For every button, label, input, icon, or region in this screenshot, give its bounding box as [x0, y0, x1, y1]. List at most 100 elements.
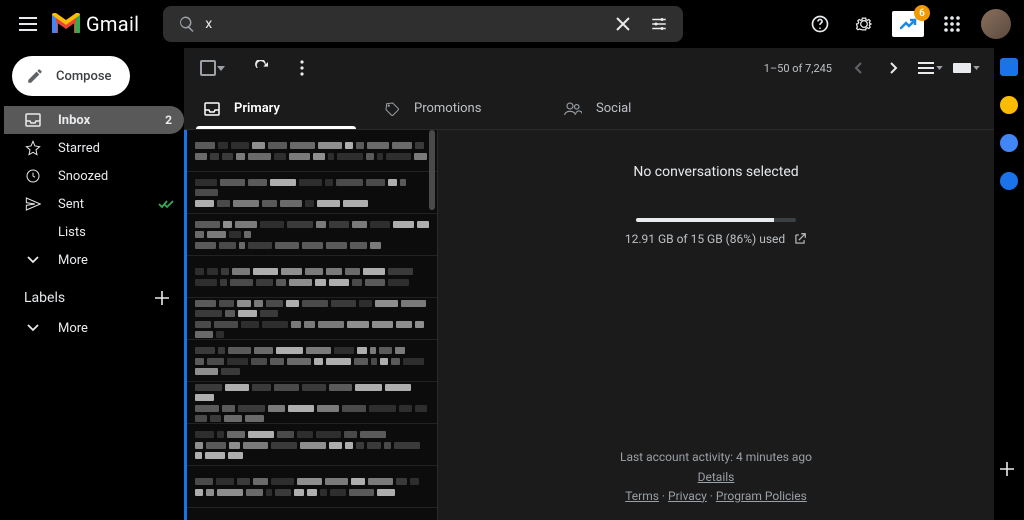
avatar-icon [981, 9, 1011, 39]
sidebar-item-inbox[interactable]: Inbox 2 [4, 106, 184, 134]
list-item[interactable] [187, 424, 437, 466]
sidebar-item-snoozed[interactable]: Snoozed [4, 162, 184, 190]
tab-label: Social [596, 101, 631, 116]
chevron-down-icon [24, 324, 42, 332]
activity-text: Last account activity: 4 minutes ago [620, 448, 812, 467]
list-density-icon [918, 62, 934, 74]
reading-pane: No conversations selected 12.91 GB of 15… [438, 130, 994, 520]
inbox-icon [24, 113, 42, 127]
conversation-list[interactable]: // generated below after data binding [184, 130, 438, 520]
sidebar-item-lists[interactable]: Lists [4, 218, 184, 246]
people-icon [564, 102, 582, 116]
sidebar-item-label: Snoozed [58, 169, 174, 184]
list-item[interactable] [187, 130, 437, 172]
list-item[interactable] [187, 340, 437, 382]
addon-get-addons[interactable] [1000, 462, 1018, 480]
select-all-checkbox[interactable] [196, 52, 228, 84]
gmail-logo[interactable]: Gmail [52, 12, 159, 36]
tag-icon [384, 101, 400, 117]
sidebar-item-more[interactable]: More [4, 246, 184, 274]
search-bar[interactable]: x [163, 6, 683, 42]
clear-search-button[interactable] [605, 16, 641, 32]
settings-button[interactable] [844, 4, 884, 44]
main-menu-button[interactable] [8, 4, 48, 44]
terms-link[interactable]: Terms [625, 489, 659, 503]
clock-icon [24, 168, 42, 184]
scrollbar-thumb[interactable] [429, 130, 435, 210]
checkbox-icon [200, 60, 216, 76]
sidebar-item-starred[interactable]: Starred [4, 134, 184, 162]
sidebar: Compose Inbox 2 Starred Snoozed Sent [0, 48, 184, 520]
list-item[interactable] [187, 466, 437, 508]
chevron-right-icon [890, 62, 898, 74]
inbox-count: 2 [165, 113, 174, 127]
sidebar-item-label: More [58, 253, 174, 268]
compose-label: Compose [56, 69, 112, 84]
privacy-link[interactable]: Privacy [668, 489, 707, 503]
plus-icon [1000, 462, 1014, 476]
newer-button[interactable] [842, 52, 874, 84]
empty-state-text: No conversations selected [633, 164, 798, 180]
caret-down-icon [936, 66, 943, 70]
pager-text[interactable]: 1–50 of 7,245 [764, 62, 832, 75]
search-options-button[interactable] [641, 15, 677, 33]
refresh-button[interactable] [246, 52, 278, 84]
account-button[interactable] [976, 4, 1016, 44]
tab-promotions[interactable]: Promotions [372, 88, 552, 129]
compose-button[interactable]: Compose [12, 56, 130, 96]
list-item[interactable] [187, 298, 437, 340]
storage-text: 12.91 GB of 15 GB (86%) used [625, 232, 785, 246]
list-item[interactable] [187, 508, 437, 520]
search-icon [169, 15, 205, 33]
policies-link[interactable]: Program Policies [716, 489, 807, 503]
more-actions-button[interactable] [286, 52, 318, 84]
notification-badge: 6 [914, 5, 930, 21]
support-button[interactable] [800, 4, 840, 44]
tune-icon [650, 15, 668, 33]
more-vert-icon [300, 60, 304, 76]
sidebar-item-sent[interactable]: Sent [4, 190, 184, 218]
product-name: Gmail [86, 12, 139, 36]
tab-primary[interactable]: Primary [192, 88, 372, 129]
sidebar-item-label: Inbox [58, 113, 149, 128]
sidebar-item-label: Lists [58, 225, 174, 240]
open-external-icon[interactable] [793, 232, 807, 246]
refresh-icon [254, 60, 270, 76]
sidebar-labels-more[interactable]: More [4, 314, 184, 342]
help-icon [810, 14, 830, 34]
plus-icon [155, 291, 169, 305]
addon-keep[interactable] [1000, 96, 1018, 114]
product-badge-icon: 6 [892, 11, 924, 37]
list-item[interactable] [187, 172, 437, 214]
split-pane-toggle[interactable] [914, 52, 946, 84]
input-tools-button[interactable] [950, 52, 982, 84]
double-check-icon [158, 199, 174, 209]
older-button[interactable] [878, 52, 910, 84]
keyboard-icon [953, 63, 971, 73]
caret-down-icon [217, 66, 225, 71]
tab-label: Promotions [414, 101, 481, 116]
send-icon [24, 196, 42, 212]
star-icon [24, 140, 42, 156]
addon-tasks[interactable] [1000, 134, 1018, 152]
inbox-icon [204, 102, 220, 116]
sidebar-item-label: Sent [58, 197, 142, 212]
toolbar: 1–50 of 7,245 [184, 48, 994, 88]
list-item[interactable] [187, 256, 437, 298]
list-item[interactable] [187, 382, 437, 424]
search-input[interactable]: x [205, 16, 605, 32]
addon-contacts[interactable] [1000, 172, 1018, 190]
category-tabs: Primary Promotions Social [184, 88, 994, 130]
chevron-down-icon [24, 256, 42, 264]
chevron-left-icon [854, 62, 862, 74]
addon-calendar[interactable] [1000, 58, 1018, 76]
google-apps-button[interactable] [932, 4, 972, 44]
labels-heading: Labels [4, 282, 184, 314]
details-link[interactable]: Details [698, 470, 735, 484]
app-shortcut[interactable]: 6 [888, 4, 928, 44]
list-item[interactable] [187, 214, 437, 256]
add-label-button[interactable] [150, 286, 174, 310]
tab-label: Primary [234, 101, 280, 116]
tab-social[interactable]: Social [552, 88, 732, 129]
sidebar-item-label: More [58, 321, 174, 336]
